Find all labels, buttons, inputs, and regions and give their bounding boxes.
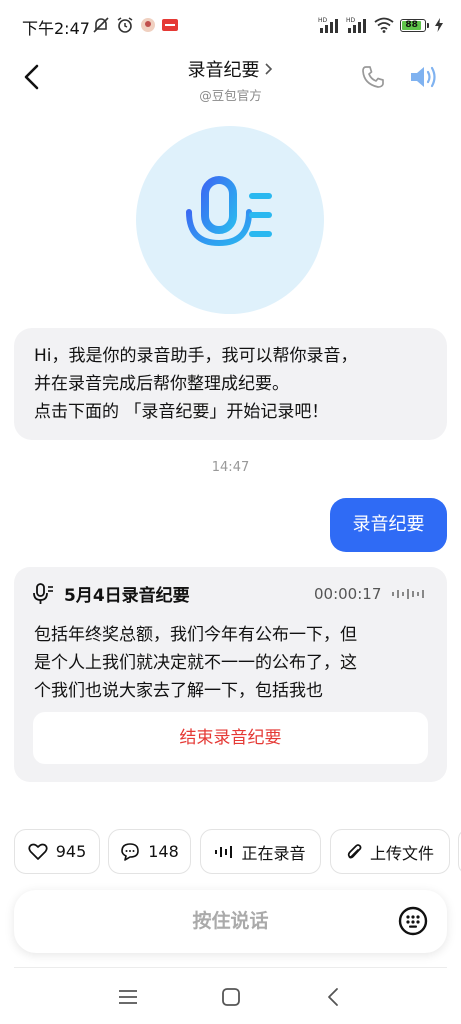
signal-icon-2: HD [346,17,366,33]
menu-icon[interactable] [116,985,140,1009]
chevron-right-icon [264,63,272,75]
alarm-icon [117,17,133,33]
transcript-line: 是个人上我们就决定就不一一的公布了，这 [34,653,357,673]
recording-transcript: 包括年终奖总额，我们今年有公布一下，但 是个人上我们就决定就不一一的公布了，这 … [34,621,434,705]
mic-small-icon [33,582,53,604]
recording-timer: 00:00:17 [314,585,382,603]
waveform-small-icon [215,845,233,858]
charging-icon [435,18,443,32]
app-notification-icon [141,18,155,32]
recording-status-label: 正在录音 [241,843,306,863]
chat-header: 录音纪要 @豆包官方 [0,52,461,108]
like-count: 945 [55,842,87,861]
status-bar: 下午2:47 HD HD 88 [0,0,461,52]
nav-divider [14,967,447,968]
mute-icon [93,17,109,33]
paperclip-icon [347,843,362,858]
greeting-line: 并在录音完成后帮你整理成纪要。 [34,374,289,394]
recording-status-button[interactable]: 正在录音 [200,829,321,874]
greeting-line: Hi，我是你的录音助手，我可以帮你录音， [34,346,358,366]
phone-icon[interactable] [360,64,386,90]
heart-icon [28,843,48,860]
keyboard-icon[interactable] [398,906,428,936]
app-badge-icon [162,19,178,31]
battery-level: 88 [402,20,422,30]
waveform-icon [392,589,424,599]
transcript-line: 个我们也说大家去了解一下，包括我也 [34,681,323,701]
hold-to-talk-button[interactable]: 按住说话 [14,890,447,953]
status-time: 下午2:47 [22,19,90,38]
nav-back-icon[interactable] [322,985,346,1009]
battery-icon: 88 [400,18,429,32]
speaker-icon[interactable] [408,62,440,92]
upload-file-label: 上传文件 [369,843,434,863]
comment-count: 148 [148,842,179,861]
status-right-icons: HD HD 88 [318,16,443,34]
stop-recording-button[interactable]: 结束录音纪要 [33,712,428,764]
home-icon[interactable] [219,985,243,1009]
status-left-icons [92,16,178,34]
wifi-icon [374,17,394,33]
message-timestamp: 14:47 [211,460,250,475]
assistant-avatar [136,126,324,314]
header-title[interactable]: 录音纪要 [188,56,274,82]
voice-input-bar[interactable]: 按住说话 [14,890,447,953]
recording-card: 5月4日录音纪要 00:00:17 包括年终奖总额，我们今年有公布一下，但 是个… [14,567,447,782]
signal-hd-label: HD [318,17,328,24]
mic-icon [186,176,272,260]
upload-file-button[interactable]: 上传文件 [330,829,450,874]
assistant-greeting-bubble: Hi，我是你的录音助手，我可以帮你录音， 并在录音完成后帮你整理成纪要。 点击下… [14,328,447,440]
header-title-text: 录音纪要 [187,60,260,81]
comment-icon [121,843,140,861]
user-message-bubble[interactable]: 录音纪要 [330,498,447,552]
signal-icon: HD [318,17,338,33]
header-title-block[interactable]: 录音纪要 @豆包官方 [0,56,461,104]
transcript-line: 包括年终奖总额，我们今年有公布一下，但 [34,625,357,645]
signal-hd-label-2: HD [346,17,356,24]
like-button[interactable]: 945 [14,829,100,874]
header-subtitle: @豆包官方 [199,88,262,103]
recording-card-header: 5月4日录音纪要 [32,581,190,606]
greeting-line: 点击下面的 「录音纪要」开始记录吧！ [34,402,329,422]
recording-title: 5月4日录音纪要 [64,586,190,606]
comment-button[interactable]: 148 [108,829,191,874]
